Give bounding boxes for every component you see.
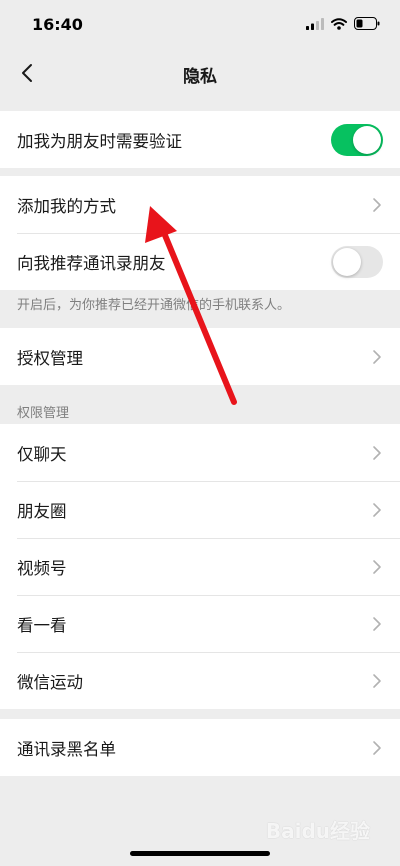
nav-bar: 隐私 [0, 50, 400, 96]
chevron-right-icon [373, 673, 381, 688]
permission-item-werun[interactable]: 微信运动 [0, 652, 400, 709]
blacklist-row[interactable]: 通讯录黑名单 [0, 719, 400, 776]
permission-item-channels[interactable]: 视频号 [0, 538, 400, 595]
home-indicator [130, 851, 270, 856]
chevron-right-icon [373, 502, 381, 517]
permission-label: 看一看 [17, 615, 67, 635]
chevron-right-icon [373, 740, 381, 755]
permission-label: 视频号 [17, 558, 67, 578]
blacklist-label: 通讯录黑名单 [17, 739, 116, 759]
chevron-right-icon [373, 197, 381, 212]
add-methods-section: 添加我的方式 向我推荐通讯录朋友 [0, 176, 400, 290]
verify-section: 加我为朋友时需要验证 [0, 111, 400, 168]
permission-item-chat-only[interactable]: 仅聊天 [0, 424, 400, 481]
toggle-knob [353, 125, 381, 154]
status-bar: 16:40 [0, 0, 400, 50]
recommend-toggle[interactable] [331, 245, 383, 278]
authorization-section: 授权管理 [0, 328, 400, 385]
permission-label: 仅聊天 [17, 444, 67, 464]
status-time: 16:40 [32, 15, 83, 34]
add-methods-label: 添加我的方式 [17, 196, 116, 216]
verify-toggle[interactable] [331, 123, 383, 156]
authorization-row[interactable]: 授权管理 [0, 328, 400, 385]
page-title: 隐私 [183, 67, 217, 87]
recommend-note: 开启后，为你推荐已经开通微信的手机联系人。 [17, 298, 291, 313]
permissions-header: 权限管理 [17, 406, 70, 421]
permission-item-top-stories[interactable]: 看一看 [0, 595, 400, 652]
blacklist-section: 通讯录黑名单 [0, 719, 400, 776]
authorization-label: 授权管理 [17, 348, 83, 368]
permission-label: 微信运动 [17, 672, 83, 692]
chevron-right-icon [373, 445, 381, 460]
permission-item-moments[interactable]: 朋友圈 [0, 481, 400, 538]
battery-icon [354, 17, 380, 30]
wifi-icon [331, 17, 347, 30]
status-icons [306, 17, 380, 30]
chevron-right-icon [373, 616, 381, 631]
permission-label: 朋友圈 [17, 501, 67, 521]
add-methods-row[interactable]: 添加我的方式 [0, 176, 400, 233]
toggle-knob [333, 247, 361, 276]
verify-label: 加我为朋友时需要验证 [17, 131, 182, 151]
recommend-row: 向我推荐通讯录朋友 [0, 233, 400, 290]
verify-row: 加我为朋友时需要验证 [0, 111, 400, 168]
recommend-label: 向我推荐通讯录朋友 [17, 253, 166, 273]
chevron-right-icon [373, 349, 381, 364]
signal-icon [306, 17, 324, 30]
watermark: Baidu经验 [265, 819, 370, 843]
permissions-section: 仅聊天 朋友圈 视频号 看一看 微信运动 [0, 424, 400, 709]
chevron-right-icon [373, 559, 381, 574]
